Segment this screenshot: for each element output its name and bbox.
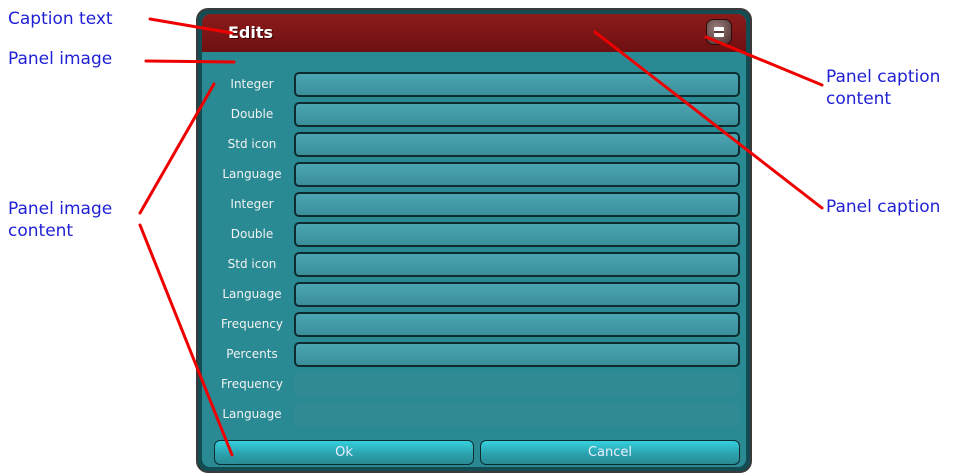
edit-field-disabled bbox=[294, 402, 740, 427]
edit-field[interactable] bbox=[294, 132, 740, 157]
form-row: Language bbox=[212, 280, 744, 310]
edit-field[interactable] bbox=[294, 342, 740, 367]
cancel-button[interactable]: Cancel bbox=[480, 440, 740, 465]
row-label: Double bbox=[230, 227, 274, 241]
ok-button[interactable]: Ok bbox=[214, 440, 474, 465]
form-row: Frequency bbox=[212, 370, 744, 400]
row-label: Language bbox=[222, 407, 282, 421]
edit-field-disabled bbox=[294, 372, 740, 397]
row-label: Language bbox=[222, 167, 282, 181]
row-label: Frequency bbox=[221, 317, 283, 331]
form-row: Double bbox=[212, 100, 744, 130]
form-row: Frequency bbox=[212, 310, 744, 340]
panel-image-content: Integer Double Std icon Language Integer… bbox=[212, 70, 744, 430]
form-row: Double bbox=[212, 220, 744, 250]
panel-caption[interactable]: Edits bbox=[202, 14, 746, 52]
form-row: Std icon bbox=[212, 250, 744, 280]
row-label: Integer bbox=[230, 197, 274, 211]
panel-image: Edits Integer Double Std icon Language I… bbox=[202, 14, 746, 467]
edit-field[interactable] bbox=[294, 222, 740, 247]
row-label: Frequency bbox=[221, 377, 283, 391]
callout-caption-text: Caption text bbox=[8, 9, 113, 29]
form-row: Language bbox=[212, 160, 744, 190]
row-label: Language bbox=[222, 287, 282, 301]
form-row: Std icon bbox=[212, 130, 744, 160]
callout-panel-image: Panel image bbox=[8, 49, 113, 69]
form-row: Integer bbox=[212, 190, 744, 220]
form-row: Percents bbox=[212, 340, 744, 370]
edit-field[interactable] bbox=[294, 72, 740, 97]
edit-field[interactable] bbox=[294, 162, 740, 187]
button-row: Ok Cancel bbox=[214, 440, 742, 465]
edit-field[interactable] bbox=[294, 282, 740, 307]
callout-panel-image-content: Panel image content bbox=[8, 199, 113, 241]
callout-panel-caption-content: Panel caption content bbox=[826, 67, 941, 109]
edits-panel: Edits Integer Double Std icon Language I… bbox=[196, 8, 752, 473]
edit-field[interactable] bbox=[294, 252, 740, 277]
window-icon[interactable] bbox=[706, 19, 732, 45]
row-label: Std icon bbox=[227, 137, 277, 151]
row-label: Std icon bbox=[227, 257, 277, 271]
callout-panel-caption: Panel caption bbox=[826, 197, 941, 217]
row-label: Double bbox=[230, 107, 274, 121]
row-label: Percents bbox=[226, 347, 278, 361]
form-row: Language bbox=[212, 400, 744, 430]
edit-field[interactable] bbox=[294, 102, 740, 127]
edit-field[interactable] bbox=[294, 312, 740, 337]
form-row: Integer bbox=[212, 70, 744, 100]
row-label: Integer bbox=[230, 77, 274, 91]
caption-text: Edits bbox=[228, 23, 274, 42]
edit-field[interactable] bbox=[294, 192, 740, 217]
